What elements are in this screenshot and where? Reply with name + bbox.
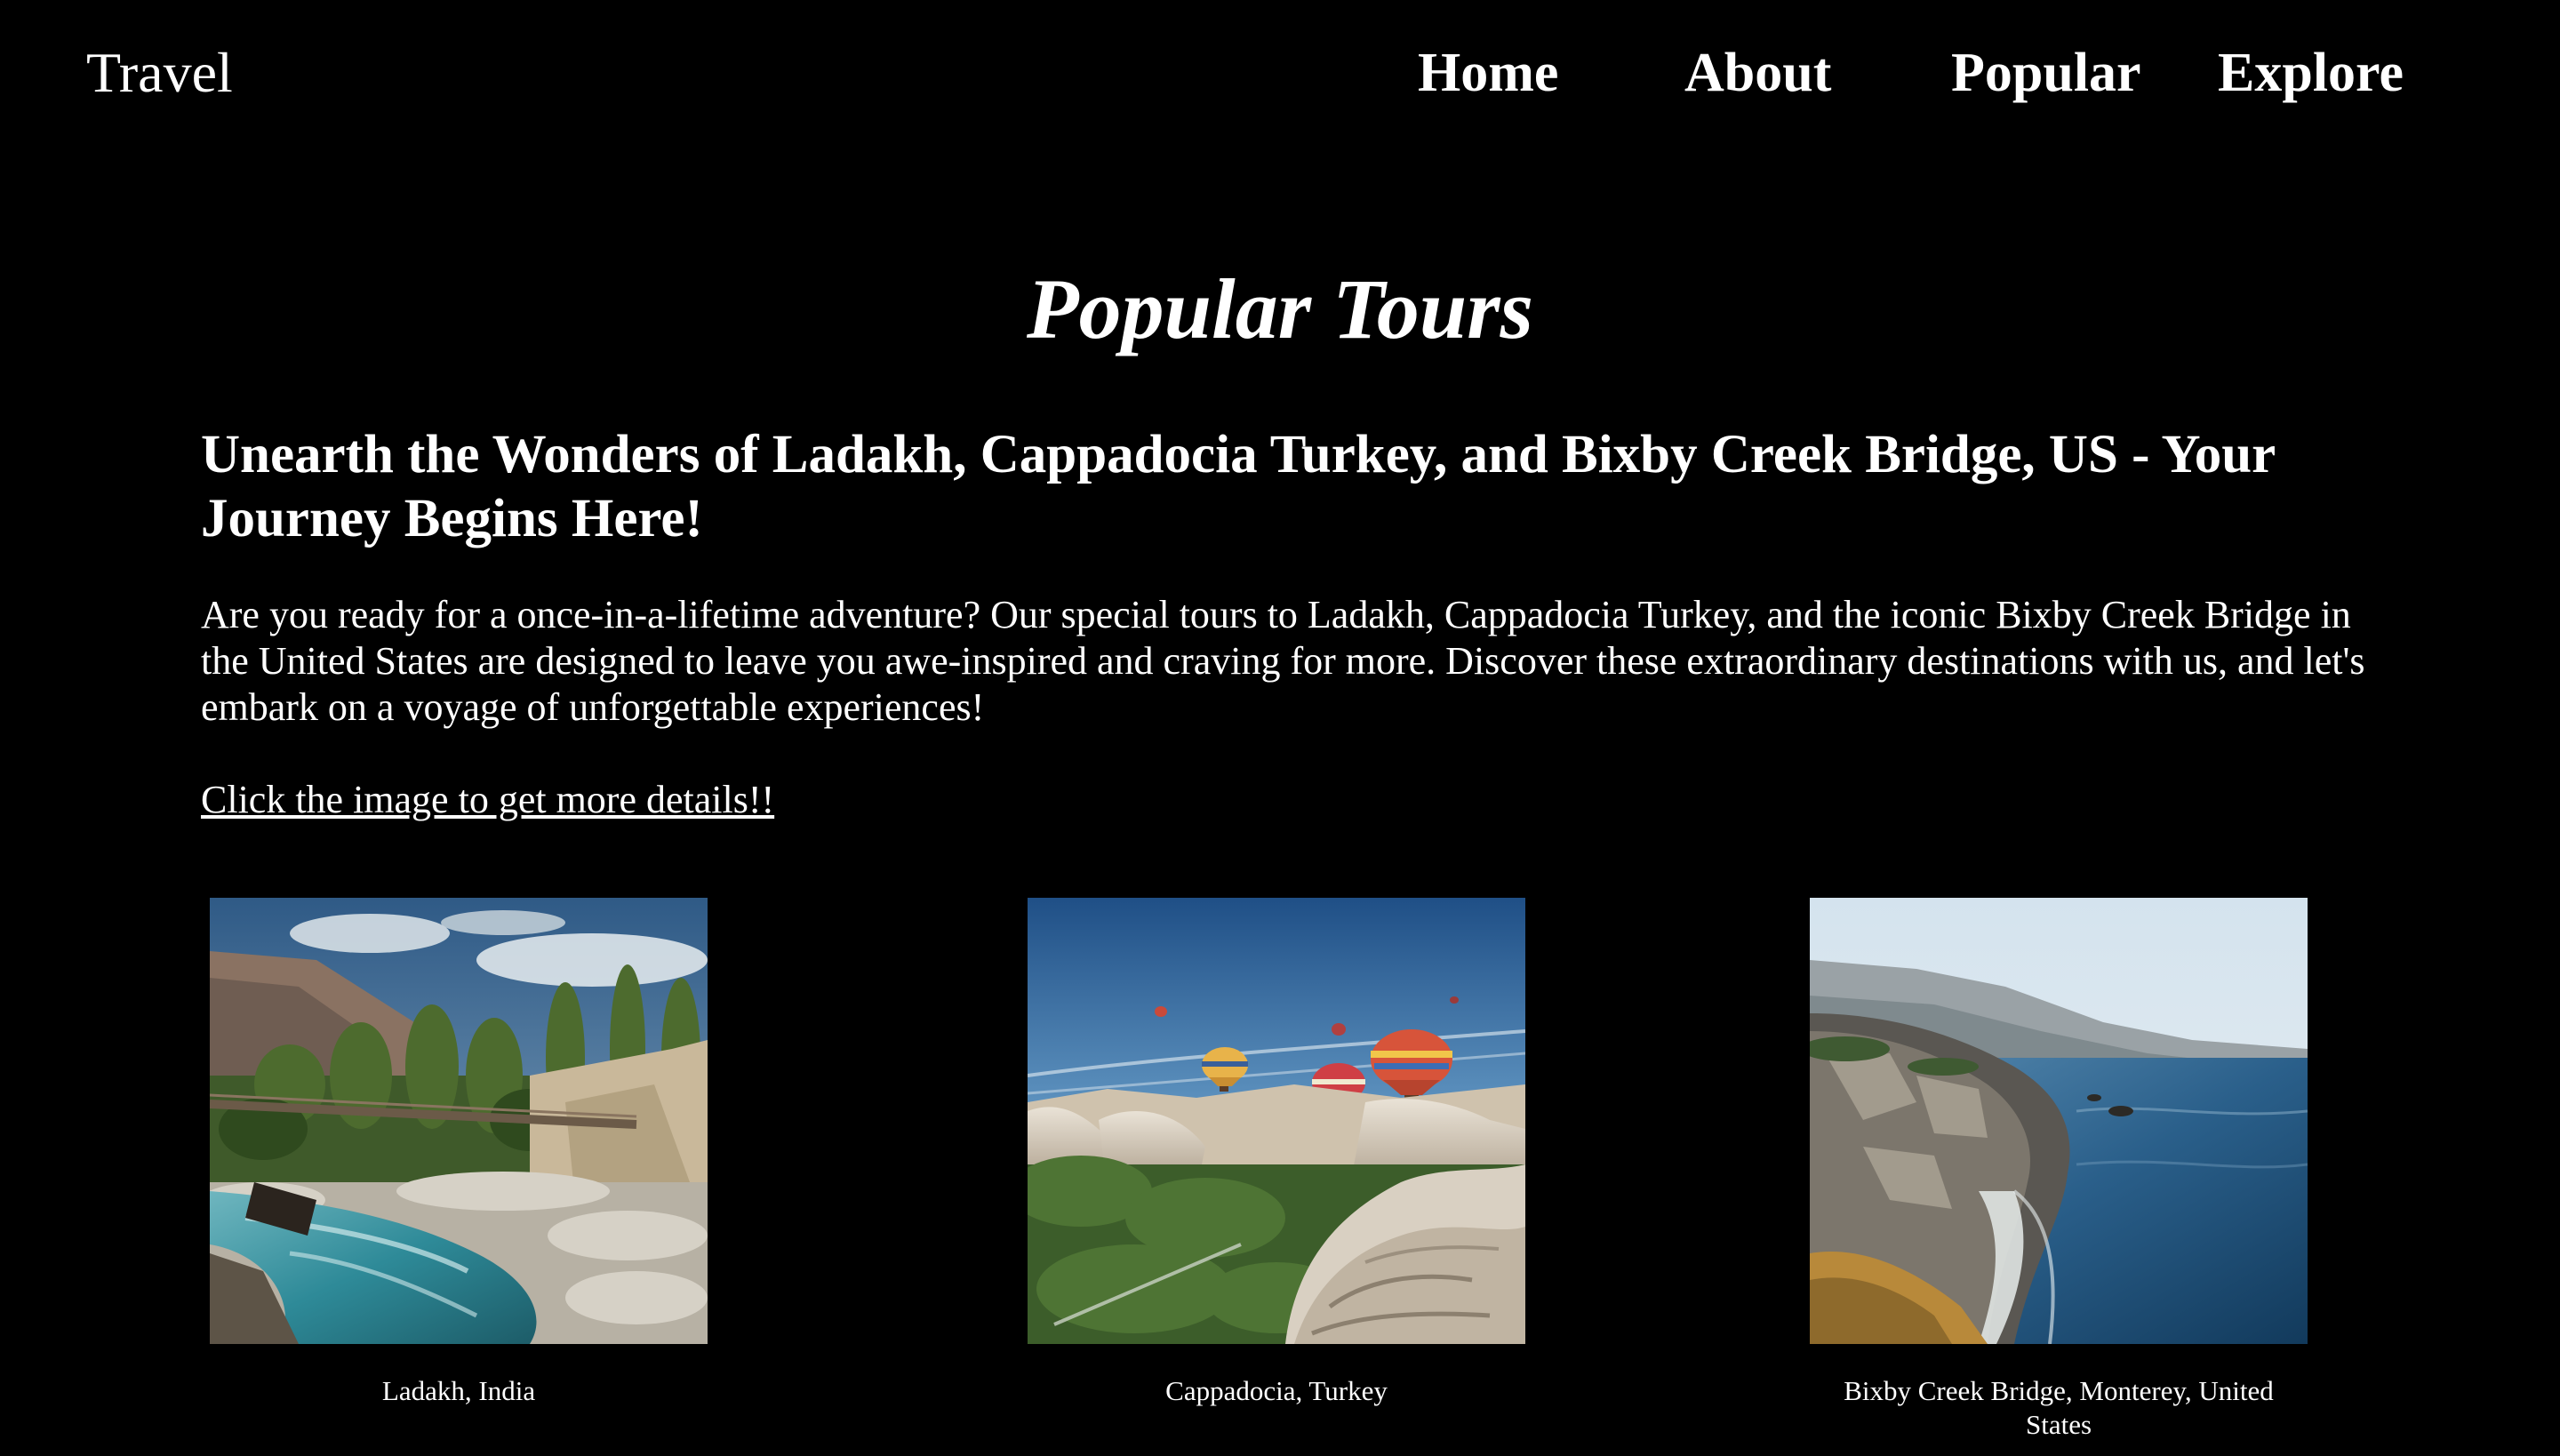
tour-image-bixby[interactable] [1810,898,2308,1344]
site-logo[interactable]: Travel [86,37,233,108]
ladakh-river-image [210,898,708,1344]
tour-caption-ladakh: Ladakh, India [381,1375,536,1406]
intro-paragraph: Are you ready for a once-in-a-lifetime a… [201,593,2365,729]
tour-image-ladakh[interactable] [210,898,708,1344]
tour-card-bixby: Bixby Creek Bridge, Monterey, United Sta… [1810,898,2308,1442]
section-headline: Unearth the Wonders of Ladakh, Cappadoci… [201,425,2276,548]
bixby-coast-image [1810,898,2308,1344]
page-title: Popular Tours [1027,261,1533,356]
tour-caption-bixby: Bixby Creek Bridge, Monterey, United Sta… [1844,1375,2274,1440]
nav-link-about[interactable]: About [1684,37,1831,108]
nav-link-explore[interactable]: Explore [2218,37,2404,108]
tour-card-ladakh: Ladakh, India [210,898,708,1408]
nav-link-popular[interactable]: Popular [1951,37,2141,108]
tour-image-cappadocia[interactable] [1028,898,1525,1344]
top-navigation: Travel Home About Popular Explore [0,0,2560,151]
details-link[interactable]: Click the image to get more details!! [201,777,774,823]
nav-link-home[interactable]: Home [1418,37,1558,108]
cappadocia-balloons-image [1028,898,1525,1344]
tour-card-cappadocia: Cappadocia, Turkey [1028,898,1525,1408]
tour-caption-cappadocia: Cappadocia, Turkey [1165,1375,1388,1406]
